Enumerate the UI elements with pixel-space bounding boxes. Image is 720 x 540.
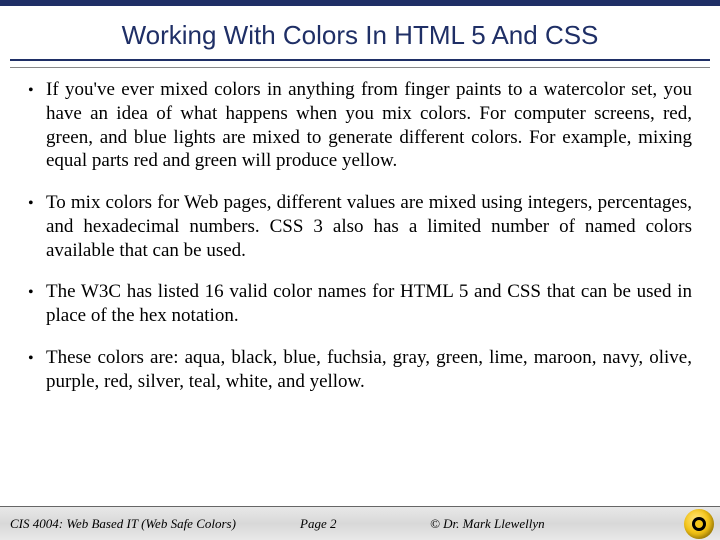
bullet-dot: • (28, 280, 46, 328)
slide-body: • If you've ever mixed colors in anythin… (0, 68, 720, 506)
bullet-text: To mix colors for Web pages, different v… (46, 191, 692, 262)
footer-copyright: © Dr. Mark Llewellyn (430, 516, 545, 532)
bullet-text: These colors are: aqua, black, blue, fuc… (46, 346, 692, 394)
footer-page: Page 2 (300, 516, 336, 532)
footer-course: CIS 4004: Web Based IT (Web Safe Colors) (8, 516, 236, 532)
bullet-dot: • (28, 78, 46, 173)
slide: Working With Colors In HTML 5 And CSS • … (0, 0, 720, 540)
list-item: • These colors are: aqua, black, blue, f… (28, 346, 692, 394)
slide-title: Working With Colors In HTML 5 And CSS (0, 6, 720, 59)
bullet-text: If you've ever mixed colors in anything … (46, 78, 692, 173)
list-item: • To mix colors for Web pages, different… (28, 191, 692, 262)
ucf-logo-icon (684, 509, 714, 539)
title-underline (10, 59, 710, 61)
bullet-list: • If you've ever mixed colors in anythin… (28, 78, 692, 393)
slide-footer: CIS 4004: Web Based IT (Web Safe Colors)… (0, 506, 720, 540)
list-item: • The W3C has listed 16 valid color name… (28, 280, 692, 328)
bullet-text: The W3C has listed 16 valid color names … (46, 280, 692, 328)
list-item: • If you've ever mixed colors in anythin… (28, 78, 692, 173)
bullet-dot: • (28, 346, 46, 394)
bullet-dot: • (28, 191, 46, 262)
